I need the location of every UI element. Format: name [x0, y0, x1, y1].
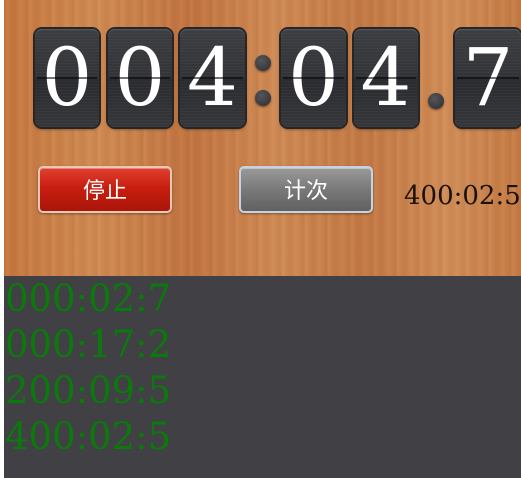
digit-6: 7	[462, 31, 514, 124]
colon-bottom-dot	[255, 90, 271, 106]
lap-list[interactable]: 000:02:7 000:17:2 200:09:5 400:02:5	[4, 276, 521, 478]
lap-item: 400:02:5	[5, 415, 172, 458]
stopwatch-header: 0 0 4 0 4 7 停止 计次 400:02:5	[4, 0, 521, 276]
digit-4: 0	[288, 31, 339, 124]
stop-button-label: 停止	[82, 179, 127, 204]
digit-tile-4: 0	[281, 29, 346, 127]
lap-button[interactable]: 计次	[239, 166, 373, 213]
digit-2: 0	[114, 31, 166, 124]
digit-3: 4	[187, 31, 238, 124]
lap-item: 000:17:2	[5, 323, 172, 366]
digit-1: 0	[41, 31, 93, 124]
digit-tile-5: 4	[354, 29, 418, 127]
digit-tile-2: 0	[108, 29, 172, 127]
latest-lap-time: 400:02:5	[404, 181, 521, 211]
lap-item: 200:09:5	[5, 369, 172, 412]
digit-tile-3: 4	[180, 29, 245, 127]
digit-tile-1: 0	[35, 29, 99, 127]
stop-button[interactable]: 停止	[38, 166, 172, 213]
lap-item: 000:02:7	[5, 277, 172, 320]
digit-tile-6: 7	[455, 29, 521, 127]
colon-top-dot	[255, 55, 271, 71]
decimal-dot	[428, 93, 444, 109]
lap-button-label: 计次	[283, 179, 328, 204]
digit-5: 4	[360, 31, 412, 124]
